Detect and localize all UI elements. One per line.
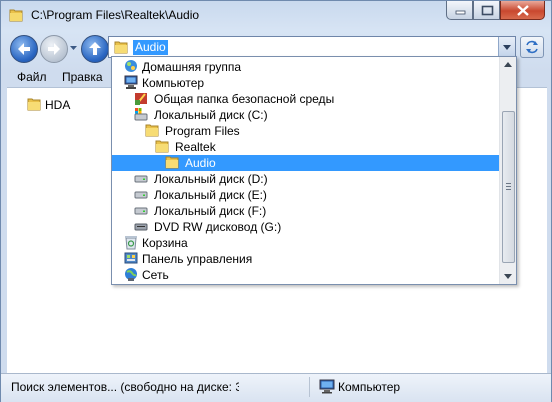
folder-icon <box>9 9 23 22</box>
refresh-button[interactable] <box>520 36 544 58</box>
dropdown-item-label: Компьютер <box>142 76 205 90</box>
chevron-down-icon <box>503 45 511 50</box>
dropdown-item-drive-d[interactable]: Локальный диск (D:) <box>112 171 499 187</box>
chevron-down-icon <box>504 274 512 279</box>
thumb-grip <box>506 186 511 187</box>
control-panel-icon <box>124 252 138 264</box>
menu-edit[interactable]: Правка <box>62 70 103 84</box>
dropdown-item-audio[interactable]: Audio <box>112 155 499 171</box>
sandbox-folder-icon <box>135 93 147 105</box>
drive-icon <box>134 207 148 215</box>
arrow-left-icon <box>18 43 30 55</box>
scroll-down-button[interactable] <box>500 268 516 284</box>
minimize-button[interactable] <box>446 1 473 20</box>
status-location-label: Компьютер <box>338 380 401 394</box>
dropdown-items: Домашняя группа Компьютер Общая папка бе… <box>112 57 500 284</box>
menu-file[interactable]: Файл <box>17 70 47 84</box>
dropdown-item-label: Realtek <box>175 140 216 154</box>
dropdown-item-control-panel[interactable]: Панель управления <box>112 251 499 267</box>
dropdown-item-label: Общая папка безопасной среды <box>154 92 335 106</box>
dropdown-item-label: Сеть <box>142 268 169 282</box>
dropdown-item-label: Audio <box>185 156 216 170</box>
dropdown-item-computer[interactable]: Компьютер <box>112 75 499 91</box>
dropdown-item-label: Локальный диск (E:) <box>154 188 267 202</box>
dvd-drive-icon <box>134 223 148 231</box>
dropdown-item-drive-c[interactable]: Локальный диск (C:) <box>112 107 499 123</box>
dropdown-item-dvd-g[interactable]: DVD RW дисковод (G:) <box>112 219 499 235</box>
dropdown-item-label: Панель управления <box>142 252 253 266</box>
close-button[interactable] <box>500 1 545 20</box>
item-label: HDA <box>45 98 71 112</box>
folder-icon <box>27 98 41 111</box>
dropdown-item-label: DVD RW дисковод (G:) <box>154 220 282 234</box>
up-button[interactable] <box>81 35 109 63</box>
forward-button[interactable] <box>40 35 68 63</box>
history-dropdown-icon[interactable] <box>69 44 78 52</box>
dropdown-item-realtek[interactable]: Realtek <box>112 139 499 155</box>
arrow-right-icon <box>48 43 60 55</box>
folder-icon <box>114 41 128 54</box>
dropdown-item-label: Домашняя группа <box>142 60 242 74</box>
dropdown-item-label: Локальный диск (F:) <box>154 204 267 218</box>
dropdown-item-drive-f[interactable]: Локальный диск (F:) <box>112 203 499 219</box>
thumb-grip <box>506 183 511 184</box>
computer-icon <box>319 379 335 394</box>
homegroup-icon <box>125 60 137 72</box>
minimize-icon <box>455 10 466 15</box>
dropdown-item-drive-e[interactable]: Локальный диск (E:) <box>112 187 499 203</box>
back-button[interactable] <box>10 35 38 63</box>
maximize-icon <box>481 5 494 16</box>
refresh-icon <box>526 40 538 54</box>
chevron-up-icon <box>504 62 512 67</box>
scrollbar-thumb[interactable] <box>502 111 515 263</box>
network-icon <box>125 268 137 281</box>
dropdown-item-label: Корзина <box>142 236 188 250</box>
system-drive-icon <box>134 108 148 121</box>
dropdown-item-label: Локальный диск (D:) <box>154 172 268 186</box>
recycle-bin-icon <box>125 236 137 250</box>
dropdown-item-label: Program Files <box>165 124 240 138</box>
dropdown-item-homegroup[interactable]: Домашняя группа <box>112 59 499 75</box>
title-bar: C:\Program Files\Realtek\Audio <box>1 1 551 29</box>
thumb-grip <box>506 189 511 190</box>
dropdown-item-label: Локальный диск (C:) <box>154 108 268 122</box>
dropdown-item-recycle-bin[interactable]: Корзина <box>112 235 499 251</box>
drive-icon <box>134 191 148 199</box>
window-title: C:\Program Files\Realtek\Audio <box>31 8 200 22</box>
close-icon <box>517 5 529 16</box>
dropdown-item-sandbox[interactable]: Общая папка безопасной среды <box>112 91 499 107</box>
dropdown-item-program-files[interactable]: Program Files <box>112 123 499 139</box>
dropdown-scrollbar[interactable] <box>499 57 516 284</box>
dropdown-item-network[interactable]: Сеть <box>112 267 499 283</box>
status-bar: Поиск элементов... (свободно на диске: 3… <box>1 373 551 402</box>
address-bar[interactable]: Audio <box>108 36 516 58</box>
scroll-up-button[interactable] <box>500 57 516 73</box>
computer-icon <box>124 75 138 89</box>
folder-icon <box>155 140 169 153</box>
drive-icon <box>134 175 148 183</box>
menu-bar: Файл Правка <box>5 67 115 87</box>
maximize-button[interactable] <box>473 1 500 20</box>
folder-icon <box>165 156 179 169</box>
status-divider <box>309 377 310 397</box>
arrow-up-icon <box>89 42 101 55</box>
folder-icon <box>145 124 159 137</box>
caption-buttons <box>446 1 545 21</box>
status-text: Поиск элементов... (свободно на диске: 3 <box>11 380 239 394</box>
address-dropdown-button[interactable] <box>498 37 515 57</box>
address-dropdown-list[interactable]: Домашняя группа Компьютер Общая папка бе… <box>111 56 517 285</box>
address-input[interactable]: Audio <box>133 40 168 55</box>
